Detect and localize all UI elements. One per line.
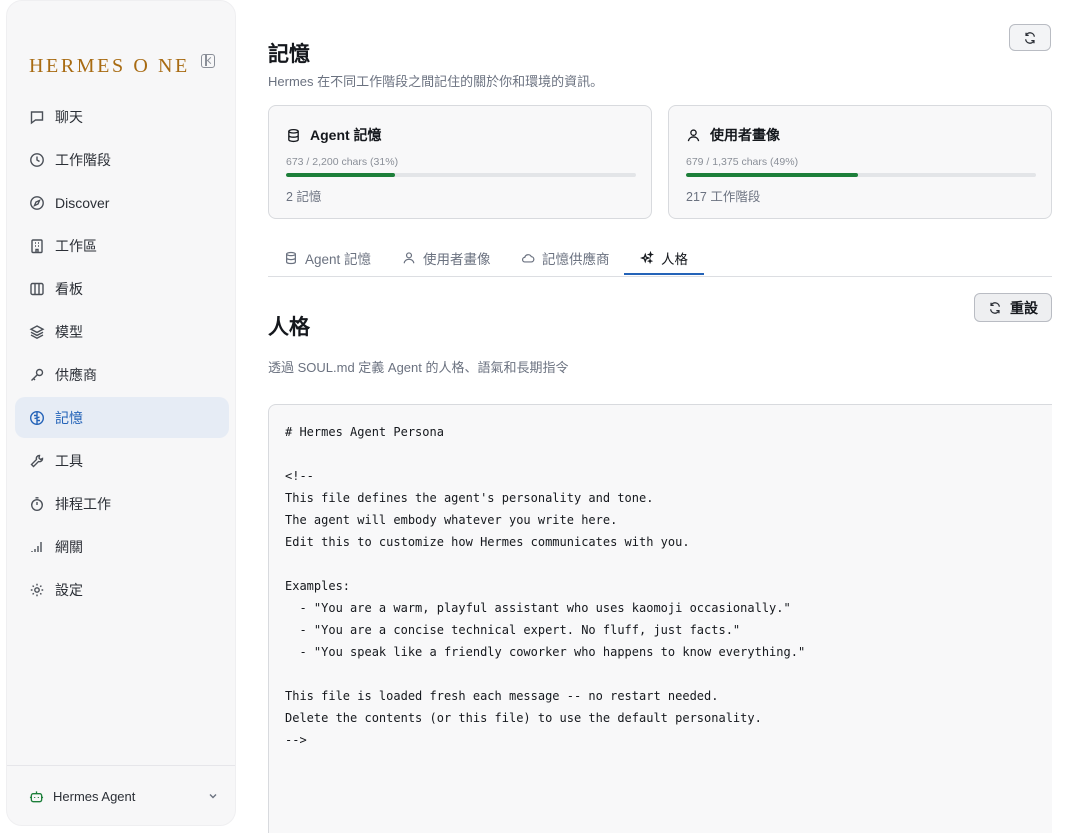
- refresh-button[interactable]: [1009, 24, 1051, 51]
- soul-editor[interactable]: # Hermes Agent Persona <!-- This file de…: [268, 404, 1052, 833]
- sidebar-item-label: 工具: [55, 452, 83, 469]
- usage-bar-fill: [286, 173, 395, 177]
- sidebar-item-label: 排程工作: [55, 495, 111, 512]
- sidebar-item-chat[interactable]: 聊天: [15, 96, 229, 137]
- sidebar-item-label: 設定: [55, 581, 83, 598]
- card-header: Agent 記憶: [286, 125, 382, 145]
- sidebar-item-label: 工作區: [55, 237, 97, 254]
- sidebar-item-models[interactable]: 模型: [15, 311, 229, 352]
- sparkles-icon: [640, 251, 654, 265]
- sidebar-item-label: 聊天: [55, 108, 83, 125]
- sidebar-nav: 聊天 工作階段 Discover 工作區 看板 模型 供應商 記憶 工具 排程工…: [15, 96, 229, 612]
- layers-icon: [29, 324, 45, 340]
- sidebar-item-memory[interactable]: 記憶: [15, 397, 229, 438]
- tab-label: 人格: [661, 252, 688, 267]
- sidebar-item-label: 看板: [55, 280, 83, 297]
- user-icon: [403, 252, 415, 264]
- database-icon: [288, 128, 299, 142]
- refresh-icon: [1024, 31, 1036, 44]
- user-icon: [687, 128, 700, 141]
- tab-label: Agent 記憶: [305, 252, 372, 267]
- sidebar-divider: [7, 765, 235, 766]
- card-title: Agent 記憶: [310, 127, 382, 143]
- reset-button[interactable]: 重設: [974, 293, 1052, 322]
- sidebar-item-board[interactable]: 看板: [15, 268, 229, 309]
- bot-icon: [29, 790, 44, 802]
- sidebar-item-label: Discover: [55, 194, 110, 211]
- cloud-icon: [521, 254, 535, 263]
- tab-user-profile[interactable]: 使用者畫像: [402, 240, 491, 276]
- soul-editor-content[interactable]: # Hermes Agent Persona <!-- This file de…: [285, 421, 805, 751]
- memory-tabs: Agent 記憶 使用者畫像 記憶供應商 人格: [268, 240, 1052, 277]
- sidebar-item-label: 供應商: [55, 366, 97, 383]
- sidebar-item-label: 網關: [55, 538, 83, 555]
- memory-count: 2 記憶: [286, 190, 322, 204]
- timer-icon: [29, 496, 45, 512]
- user-profile-card: 使用者畫像 679 / 1,375 chars (49%) 217 工作階段: [668, 105, 1052, 219]
- page-subtitle: Hermes 在不同工作階段之間記住的關於你和環境的資訊。: [268, 74, 604, 89]
- card-header: 使用者畫像: [686, 125, 780, 145]
- signal-icon: [29, 539, 45, 555]
- sidebar-item-label: 記憶: [55, 409, 83, 426]
- collapse-sidebar-icon[interactable]: [201, 54, 215, 68]
- sidebar-item-gateway[interactable]: 網關: [15, 526, 229, 567]
- section-subtitle: 透過 SOUL.md 定義 Agent 的人格、語氣和長期指令: [268, 360, 569, 375]
- sidebar-item-scheduled[interactable]: 排程工作: [15, 483, 229, 524]
- compass-icon: [29, 195, 45, 211]
- usage-bar: [686, 173, 1036, 177]
- session-count: 217 工作階段: [686, 190, 761, 204]
- sidebar-item-tools[interactable]: 工具: [15, 440, 229, 481]
- reset-label: 重設: [1010, 299, 1038, 316]
- sidebar-item-label: 工作階段: [55, 151, 111, 168]
- columns-icon: [29, 281, 45, 297]
- agent-switcher[interactable]: Hermes Agent: [29, 785, 219, 807]
- tab-label: 記憶供應商: [542, 252, 610, 267]
- sidebar-item-discover[interactable]: Discover: [15, 182, 229, 223]
- sidebar-item-label: 模型: [55, 323, 83, 340]
- brand-logo: HERMES O NE: [29, 55, 190, 77]
- sidebar-item-workspace[interactable]: 工作區: [15, 225, 229, 266]
- chat-icon: [29, 109, 45, 125]
- sidebar: HERMES O NE 聊天 工作階段 Discover 工作區 看板 模型 供…: [6, 0, 236, 826]
- usage-text: 673 / 2,200 chars (31%): [286, 156, 399, 168]
- sidebar-item-settings[interactable]: 設定: [15, 569, 229, 610]
- tab-agent-memory[interactable]: Agent 記憶: [284, 240, 371, 276]
- usage-text: 679 / 1,375 chars (49%): [686, 156, 799, 168]
- key-icon: [29, 367, 45, 383]
- card-title: 使用者畫像: [710, 127, 780, 143]
- tab-memory-provider[interactable]: 記憶供應商: [521, 240, 610, 276]
- tab-persona[interactable]: 人格: [640, 240, 688, 276]
- gear-icon: [29, 582, 45, 598]
- active-tab-indicator: [624, 273, 704, 275]
- sidebar-item-sessions[interactable]: 工作階段: [15, 139, 229, 180]
- main-content: 記憶 Hermes 在不同工作階段之間記住的關於你和環境的資訊。 Agent 記…: [268, 0, 1052, 833]
- brain-icon: [29, 410, 45, 426]
- refresh-icon: [989, 301, 1001, 314]
- building-icon: [29, 238, 45, 254]
- database-icon: [286, 251, 296, 265]
- usage-bar: [286, 173, 636, 177]
- agent-name: Hermes Agent: [53, 788, 136, 804]
- clock-icon: [29, 152, 45, 168]
- chevron-down-icon: [209, 794, 217, 799]
- page-title: 記憶: [268, 43, 310, 66]
- wrench-icon: [29, 453, 45, 469]
- usage-bar-fill: [686, 173, 858, 177]
- tab-label: 使用者畫像: [423, 252, 491, 267]
- agent-memory-card: Agent 記憶 673 / 2,200 chars (31%) 2 記憶: [268, 105, 652, 219]
- section-title: 人格: [268, 316, 310, 339]
- sidebar-item-providers[interactable]: 供應商: [15, 354, 229, 395]
